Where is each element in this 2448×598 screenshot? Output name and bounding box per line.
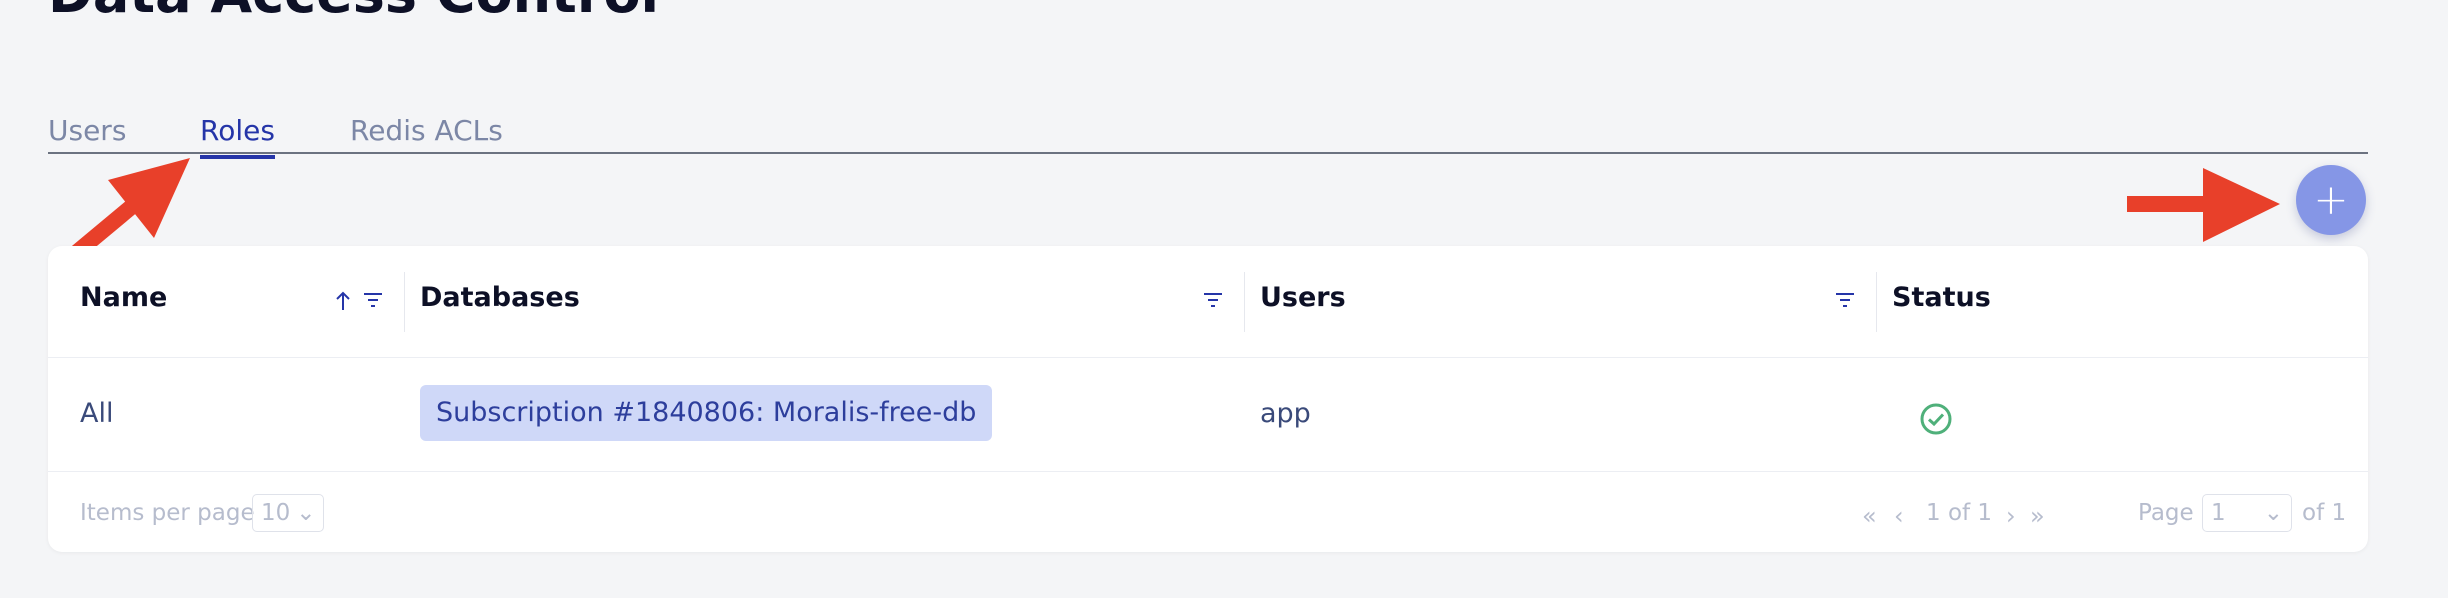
filter-icon[interactable] xyxy=(1834,290,1856,310)
column-header-status[interactable]: Status xyxy=(1892,282,1991,313)
column-header-users[interactable]: Users xyxy=(1260,282,1346,313)
tab-bar: Users Roles Redis ACLs xyxy=(48,108,2368,159)
chevron-down-icon: ⌄ xyxy=(2263,500,2283,526)
tab-users[interactable]: Users xyxy=(48,114,126,155)
sort-ascending-icon[interactable] xyxy=(334,290,352,312)
table-row[interactable]: All Subscription #1840806: Moralis-free-… xyxy=(48,358,2368,472)
roles-table: Name Databases Users Status All Subscrip… xyxy=(48,246,2368,552)
column-header-databases[interactable]: Databases xyxy=(420,282,580,313)
filter-icon[interactable] xyxy=(1202,290,1224,310)
items-per-page-select[interactable]: 10 ⌄ xyxy=(252,494,324,532)
database-chip: Subscription #1840806: Moralis-free-db xyxy=(420,385,993,441)
annotation-arrow-icon xyxy=(2127,168,2280,242)
page-total: of 1 xyxy=(2302,500,2347,526)
items-per-page-label: Items per page xyxy=(80,500,255,526)
previous-page-icon[interactable]: ‹ xyxy=(1894,502,1904,530)
last-page-icon[interactable]: » xyxy=(2030,502,2045,530)
role-name: All xyxy=(80,398,114,429)
next-page-icon[interactable]: › xyxy=(2006,502,2016,530)
page-select[interactable]: 1 ⌄ xyxy=(2202,494,2292,532)
filter-icon[interactable] xyxy=(362,290,384,310)
role-users: app xyxy=(1260,398,1311,429)
first-page-icon[interactable]: « xyxy=(1862,502,1877,530)
page-value: 1 xyxy=(2211,500,2226,526)
tab-redis-acls[interactable]: Redis ACLs xyxy=(350,114,503,155)
table-pagination: Items per page 10 ⌄ « ‹ 1 of 1 › » Page … xyxy=(48,472,2368,552)
table-header: Name Databases Users Status xyxy=(48,246,2368,358)
check-circle-icon xyxy=(1920,403,1952,435)
column-header-name[interactable]: Name xyxy=(80,282,167,313)
page-title: Data Access Control xyxy=(48,0,659,25)
tab-roles[interactable]: Roles xyxy=(200,114,275,159)
chevron-down-icon: ⌄ xyxy=(296,500,316,526)
items-per-page-value: 10 xyxy=(261,500,291,526)
plus-icon: + xyxy=(2313,175,2349,224)
page-label: Page xyxy=(2138,500,2194,526)
add-role-button[interactable]: + xyxy=(2296,165,2366,235)
page-range: 1 of 1 xyxy=(1926,500,1993,526)
